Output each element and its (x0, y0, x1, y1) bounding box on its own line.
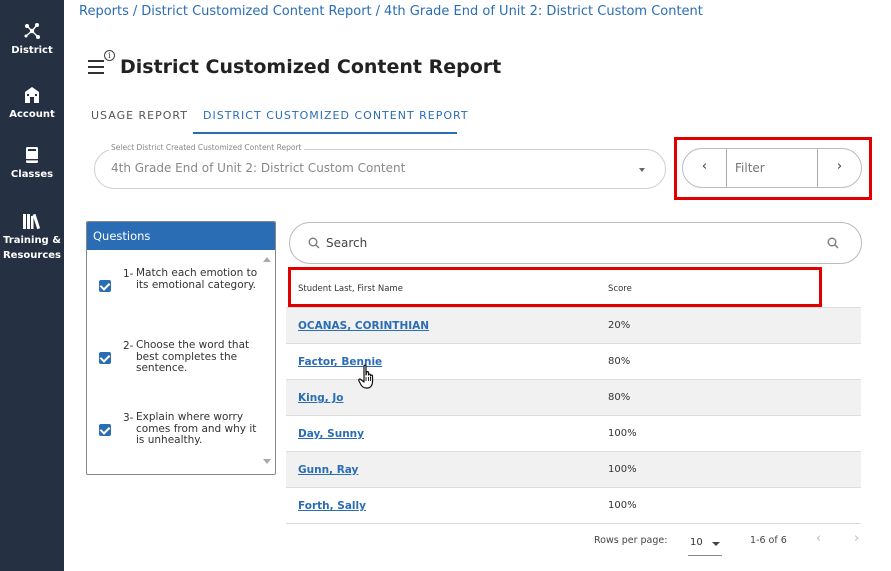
student-name-link[interactable]: Day, Sunny (298, 428, 364, 440)
scroll-up-icon[interactable] (263, 257, 271, 262)
student-score: 100% (608, 500, 637, 511)
sidebar-item-district[interactable]: District (0, 22, 64, 58)
breadcrumb: Reports / District Customized Content Repo… (79, 4, 703, 19)
table-row: Gunn, Ray 100% (286, 452, 861, 488)
rows-per-page-label: Rows per page: (594, 535, 668, 546)
sidebar-item-label: Account (9, 109, 55, 120)
search-icon (308, 237, 320, 249)
student-score: 20% (608, 320, 631, 331)
sidebar-item-label: Training & (3, 235, 61, 246)
question-text: Choose the word that best completes the … (136, 339, 250, 374)
caret-down-icon (712, 542, 720, 546)
question-text: Explain where worry comes from and why i… (136, 411, 257, 446)
previous-page-button[interactable]: ‹ (816, 531, 821, 546)
main-content: Reports / District Customized Content Repo… (64, 0, 891, 571)
question-number: 2- (123, 340, 134, 352)
info-icon[interactable]: i (104, 50, 115, 61)
next-page-button[interactable]: › (854, 531, 859, 546)
student-name-link[interactable]: King, Jo (298, 392, 344, 404)
highlight-box (288, 267, 822, 307)
breadcrumb-separator: / (132, 4, 138, 19)
student-name-link[interactable]: OCANAS, CORINTHIAN (298, 320, 429, 332)
page-title: District Customized Content Report (120, 56, 502, 78)
sidebar-item-training-resources[interactable]: Training & Resources (0, 212, 64, 263)
question-number: 1- (123, 268, 134, 280)
menu-icon[interactable] (88, 60, 104, 74)
search-input[interactable] (326, 236, 786, 250)
network-icon (24, 23, 40, 39)
student-score: 80% (608, 356, 631, 367)
rows-per-page-select[interactable]: 10 (688, 534, 722, 556)
rows-per-page-value: 10 (690, 537, 703, 548)
table-row: Forth, Sally 100% (286, 488, 861, 524)
student-score: 100% (608, 464, 637, 475)
breadcrumb-separator: / (375, 4, 381, 19)
filter-input[interactable] (735, 161, 815, 175)
library-icon (23, 213, 41, 230)
caret-down-icon (639, 168, 645, 172)
filter-next-button[interactable]: › (817, 149, 861, 187)
question-text: Match each emotion to its emotional cate… (136, 267, 258, 291)
sidebar-item-label: Classes (10, 169, 54, 180)
breadcrumb-current[interactable]: 4th Grade End of Unit 2: District Custom… (384, 4, 703, 19)
student-score: 100% (608, 428, 637, 439)
questions-title: Questions (87, 222, 275, 250)
page-range: 1-6 of 6 (750, 535, 787, 546)
content-report-select[interactable]: Select District Created Customized Conte… (94, 143, 666, 189)
question-checkbox[interactable] (99, 280, 111, 292)
question-number: 3- (123, 412, 134, 424)
student-name-link[interactable]: Gunn, Ray (298, 464, 358, 476)
filter-prev-button[interactable]: ‹ (683, 149, 727, 187)
student-score: 80% (608, 392, 631, 403)
breadcrumb-reports[interactable]: Reports (79, 4, 129, 19)
scroll-down-icon[interactable] (263, 459, 271, 464)
select-label: Select District Created Customized Conte… (109, 143, 304, 152)
sidebar-item-classes[interactable]: Classes (0, 146, 64, 182)
sidebar-item-account[interactable]: Account (0, 86, 64, 122)
book-icon (26, 147, 38, 163)
hand-cursor-icon (358, 364, 374, 389)
table-row: Day, Sunny 100% (286, 416, 861, 452)
sidebar-item-label: Resources (2, 250, 62, 261)
sidebar: District Account Classes Training & Reso… (0, 0, 64, 571)
select-value: 4th Grade End of Unit 2: District Custom… (111, 161, 406, 175)
tab-district-customized-content-report[interactable]: DISTRICT CUSTOMIZED CONTENT REPORT (193, 100, 468, 134)
search-bar (289, 222, 862, 264)
questions-panel: Questions 1- Match each emotion to its e… (86, 221, 276, 475)
question-checkbox[interactable] (99, 352, 111, 364)
tab-usage-report[interactable]: USAGE REPORT (91, 100, 188, 134)
questions-scrollbar[interactable] (261, 252, 273, 470)
sidebar-item-label: District (11, 45, 53, 56)
search-submit-icon[interactable] (827, 237, 839, 249)
table-row: OCANAS, CORINTHIAN 20% (286, 308, 861, 344)
student-name-link[interactable]: Forth, Sally (298, 500, 366, 512)
breadcrumb-district-report[interactable]: District Customized Content Report (141, 4, 371, 19)
building-icon (25, 87, 39, 103)
question-checkbox[interactable] (99, 424, 111, 436)
filter-stepper: ‹ › (682, 148, 862, 188)
